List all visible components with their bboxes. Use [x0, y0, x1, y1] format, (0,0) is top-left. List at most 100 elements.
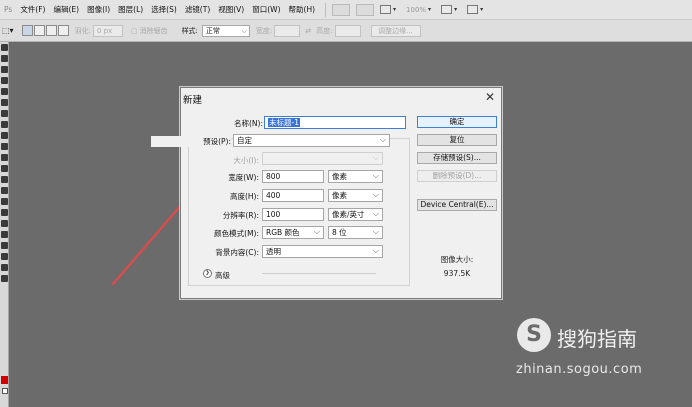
new-document-dialog: 新建 ✕ 名称(N): 未标题-1 预设(P): 自定 ⌵ 大小(I): ⌵ 宽…: [151, 87, 502, 299]
width-input[interactable]: [274, 24, 301, 37]
swap-icon[interactable]: ⇄: [305, 27, 311, 35]
menu-edit[interactable]: 编辑(E): [49, 4, 83, 15]
lasso-tool-icon[interactable]: [1, 66, 8, 73]
device-central-button[interactable]: Device Central(E)...: [417, 199, 497, 211]
color-mode-value: RGB 颜色: [266, 228, 300, 237]
expand-advanced-icon[interactable]: ❯: [203, 269, 212, 278]
background-select[interactable]: 透明 ⌵: [262, 245, 383, 258]
dialog-title: 新建: [183, 95, 203, 106]
3d-rotate-tool-icon[interactable]: [1, 242, 8, 249]
height-input[interactable]: [334, 24, 361, 37]
menu-select[interactable]: 选择(S): [147, 4, 181, 15]
eraser-tool-icon[interactable]: [1, 154, 8, 161]
healing-tool-icon[interactable]: [1, 110, 8, 117]
chevron-down-icon: ▾: [393, 6, 397, 13]
refine-edge-button[interactable]: 调整边缘...: [370, 24, 421, 37]
color-mode-label: 颜色模式(M):: [214, 229, 259, 238]
view-extras-dropdown[interactable]: ▾: [380, 5, 396, 14]
resolution-unit-select[interactable]: 像素/英寸 ⌵: [328, 208, 383, 221]
feather-label: 羽化:: [74, 26, 91, 35]
menu-layer[interactable]: 图层(L): [114, 4, 147, 15]
size-select[interactable]: ⌵: [262, 152, 383, 165]
arrange-documents-dropdown[interactable]: ▾: [441, 5, 457, 14]
shape-tool-icon[interactable]: [1, 231, 8, 238]
quick-select-tool-icon[interactable]: [1, 77, 8, 84]
menu-file[interactable]: 文件(F): [16, 4, 49, 15]
watermark-url: zhinan.sogou.com: [516, 362, 643, 377]
ps-logo: Ps: [4, 5, 13, 14]
marquee-tool-preset[interactable]: ⬚▾: [2, 26, 14, 35]
eyedropper-tool-icon[interactable]: [1, 99, 8, 106]
close-icon[interactable]: ✕: [485, 90, 495, 104]
bit-depth-select[interactable]: 8 位 ⌵: [328, 226, 383, 239]
bridge-button[interactable]: [332, 3, 351, 16]
resolution-input[interactable]: 100: [262, 208, 324, 221]
mini-bridge-button[interactable]: [356, 3, 375, 16]
stamp-tool-icon[interactable]: [1, 132, 8, 139]
foreground-color-swatch[interactable]: [1, 376, 8, 384]
resolution-unit-value: 像素/英寸: [332, 210, 365, 219]
menu-window[interactable]: 窗口(W): [248, 4, 284, 15]
preset-select[interactable]: 自定 ⌵: [233, 134, 390, 147]
crop-tool-icon[interactable]: [1, 88, 8, 95]
save-preset-button[interactable]: 存储预设(S)...: [417, 152, 497, 164]
menu-separator: [325, 2, 327, 17]
height-label: 高度(H):: [229, 192, 259, 201]
path-select-tool-icon[interactable]: [1, 220, 8, 227]
tools-panel: [0, 42, 9, 407]
width-label: 宽度(W):: [228, 173, 259, 182]
height-unit-select[interactable]: 像素 ⌵: [328, 189, 383, 202]
subtract-selection-icon[interactable]: [45, 25, 57, 36]
color-mode-select[interactable]: RGB 颜色 ⌵: [262, 226, 324, 239]
image-size-value: 937.5K: [443, 269, 471, 278]
intersect-selection-icon[interactable]: [57, 25, 69, 36]
menu-image[interactable]: 图像(I): [83, 4, 114, 15]
chevron-down-icon: ⌵: [372, 153, 379, 162]
add-selection-icon[interactable]: [33, 25, 45, 36]
ok-button[interactable]: 确定: [417, 116, 497, 128]
selection-mode-group: [21, 25, 69, 36]
delete-preset-button[interactable]: 删除预设(D)...: [417, 170, 497, 182]
3d-orbit-tool-icon[interactable]: [1, 253, 8, 260]
marquee-tool-icon[interactable]: [1, 55, 8, 62]
style-label: 样式:: [181, 26, 198, 35]
chevron-down-icon: ⌵: [241, 26, 247, 35]
style-select[interactable]: 正常 ⌵: [201, 24, 250, 37]
menu-help[interactable]: 帮助(H): [285, 4, 320, 15]
chevron-down-icon: ⌵: [372, 171, 379, 180]
brush-tool-icon[interactable]: [1, 121, 8, 128]
advanced-label[interactable]: 高级: [215, 270, 230, 281]
advanced-divider: [262, 273, 376, 274]
watermark-name: 搜狗指南: [557, 327, 637, 351]
name-value: 未标题-1: [268, 118, 300, 127]
arrange-icon: [441, 5, 453, 14]
menu-view[interactable]: 视图(V): [214, 4, 248, 15]
antialias-checkbox[interactable]: ▢: [131, 27, 138, 35]
chevron-down-icon: ▾: [428, 6, 432, 13]
zoom-tool-icon[interactable]: [1, 275, 8, 282]
gradient-tool-icon[interactable]: [1, 165, 8, 172]
zoom-dropdown[interactable]: 100% ▾: [406, 6, 431, 14]
feather-input[interactable]: 0 px: [92, 24, 123, 37]
dodge-tool-icon[interactable]: [1, 187, 8, 194]
hand-tool-icon[interactable]: [1, 264, 8, 271]
history-brush-tool-icon[interactable]: [1, 143, 8, 150]
height-label: 高度:: [316, 26, 333, 35]
blur-tool-icon[interactable]: [1, 176, 8, 183]
move-tool-icon[interactable]: [1, 44, 8, 51]
pen-tool-icon[interactable]: [1, 198, 8, 205]
background-value: 透明: [266, 247, 281, 256]
height-input[interactable]: 400: [262, 189, 324, 202]
menu-filter[interactable]: 滤镜(T): [181, 4, 214, 15]
resolution-label: 分辨率(R):: [222, 211, 259, 220]
new-selection-icon[interactable]: [21, 25, 33, 36]
background-color-swatch[interactable]: [2, 388, 8, 394]
screen-mode-dropdown[interactable]: ▾: [467, 5, 483, 14]
name-input[interactable]: 未标题-1: [264, 116, 406, 129]
chevron-down-icon: ⌵: [372, 227, 379, 236]
type-tool-icon[interactable]: [1, 209, 8, 216]
width-unit-select[interactable]: 像素 ⌵: [328, 170, 383, 183]
reset-button[interactable]: 复位: [417, 134, 497, 146]
chevron-down-icon: ⌵: [379, 135, 386, 144]
width-input[interactable]: 800: [262, 170, 324, 183]
